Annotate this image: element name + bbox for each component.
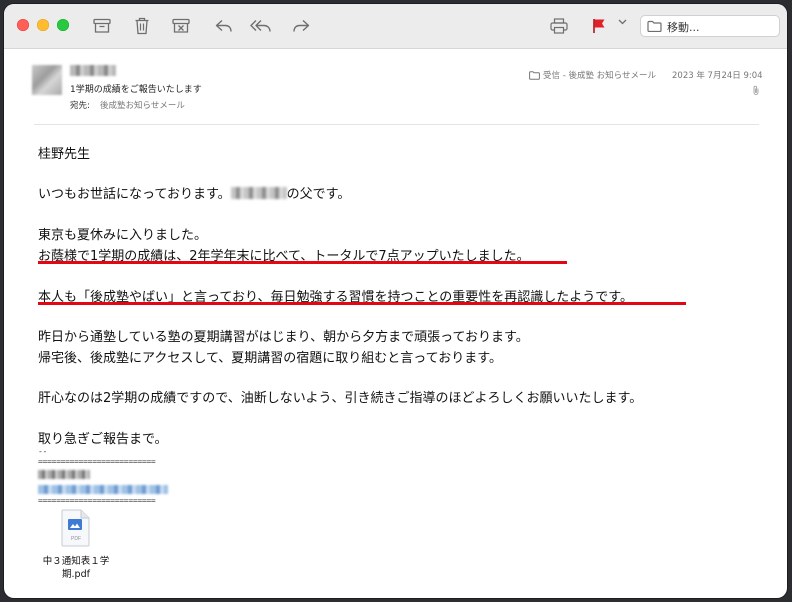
attachment-name-line-1: 中３通知表１学 xyxy=(42,556,110,567)
chevron-down-icon[interactable] xyxy=(618,19,627,25)
paragraph-3-line-1: 昨日から通塾している塾の夏期講習がはじまり、朝から夕方まで頑張っております。 xyxy=(38,330,529,345)
intro-line: いつもお世話になっております。 の父です。 xyxy=(38,183,350,202)
mailbox-location: 受信 - 後成塾 お知らせメール xyxy=(529,69,656,81)
sender-name-redacted xyxy=(70,65,116,76)
reply-all-icon xyxy=(250,20,271,32)
paperclip-icon xyxy=(753,85,759,95)
pdf-file-icon: PDF xyxy=(61,509,90,547)
paragraph-4: 肝心なのは2学期の成績ですので、油断しないよう、引き続きご指導のほどよろしくお願… xyxy=(38,391,643,406)
flag-button[interactable] xyxy=(588,16,610,36)
folder-icon xyxy=(529,70,540,80)
forward-button[interactable] xyxy=(290,16,312,36)
toolbar: 移動... xyxy=(4,4,787,49)
junk-icon xyxy=(172,18,190,33)
reply-button[interactable] xyxy=(213,16,235,36)
flag-icon xyxy=(593,19,605,33)
sender-avatar xyxy=(32,65,62,95)
mail-window: 移動... 1学期の成績をご報告いたします 宛先: 後成塾お知らせメール 受信 … xyxy=(4,4,787,598)
redacted-name xyxy=(230,187,287,199)
trash-icon xyxy=(135,17,149,35)
zoom-window-button[interactable] xyxy=(57,19,69,31)
folder-icon xyxy=(647,20,662,32)
attachment-name-line-2: 期.pdf xyxy=(62,569,90,580)
signature-name-redacted xyxy=(38,470,90,479)
archive-icon xyxy=(93,18,111,33)
paragraph-3-line-2: 帰宅後、後成塾にアクセスして、夏期講習の宿題に取り組むと言っております。 xyxy=(38,351,502,366)
signature-dash: -- xyxy=(38,447,48,456)
mailbox-name: 受信 - 後成塾 お知らせメール xyxy=(543,71,657,81)
move-to-mailbox-button[interactable]: 移動... xyxy=(640,15,780,37)
message-subject: 1学期の成績をご報告いたします xyxy=(70,85,202,95)
pdf-attachment[interactable]: PDF 中３通知表１学 期.pdf xyxy=(38,509,114,581)
minimize-window-button[interactable] xyxy=(37,19,49,31)
delete-button[interactable] xyxy=(131,16,153,36)
message-header: 1学期の成績をご報告いたします 宛先: 後成塾お知らせメール 受信 - 後成塾 … xyxy=(4,49,787,125)
intro-prefix: いつもお世話になっております。 xyxy=(38,187,231,202)
message-date: 2023 年 7月24日 9:04 xyxy=(672,71,763,81)
reply-icon xyxy=(215,19,232,32)
red-underline-2 xyxy=(38,302,686,305)
signature-link-redacted[interactable] xyxy=(38,485,168,494)
red-underline-1 xyxy=(38,261,567,264)
intro-suffix: の父です。 xyxy=(286,187,351,202)
printer-icon xyxy=(550,18,568,34)
archive-button[interactable] xyxy=(91,16,113,36)
closing: 取り急ぎご報告まで。 xyxy=(38,432,168,447)
reply-all-button[interactable] xyxy=(250,16,272,36)
paragraph-1-line-1: 東京も夏休みに入りました。 xyxy=(38,228,208,243)
move-label: 移動... xyxy=(667,21,700,34)
forward-icon xyxy=(293,19,310,32)
header-divider xyxy=(34,124,759,125)
pdf-badge: PDF xyxy=(71,536,81,542)
junk-button[interactable] xyxy=(170,16,192,36)
signature-rule-top: ========================== xyxy=(38,457,156,466)
print-button[interactable] xyxy=(548,16,570,36)
attachment-filename: 中３通知表１学 期.pdf xyxy=(38,555,114,581)
close-window-button[interactable] xyxy=(17,19,29,31)
to-recipient[interactable]: 後成塾お知らせメール xyxy=(100,99,185,111)
to-label: 宛先: xyxy=(70,101,90,111)
signature-rule-bottom: ========================== xyxy=(38,496,156,505)
greeting: 桂野先生 xyxy=(38,147,91,162)
